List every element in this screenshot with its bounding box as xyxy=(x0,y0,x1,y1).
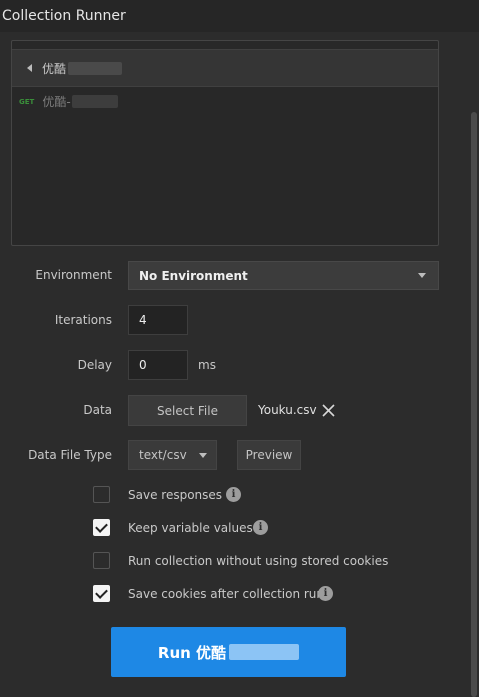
save-responses-checkbox[interactable] xyxy=(93,486,110,503)
save-cookies-label: Save cookies after collection run xyxy=(128,587,325,601)
folder-name: 优酷 xyxy=(42,61,67,76)
iterations-input[interactable]: 4 xyxy=(128,305,188,335)
chevron-down-icon xyxy=(418,273,426,278)
run-button-label: Run 优酷 xyxy=(157,643,227,662)
environment-value: No Environment xyxy=(139,268,248,283)
collapse-triangle-icon[interactable] xyxy=(27,64,32,72)
redacted-text xyxy=(229,644,300,660)
folder-row[interactable]: 优酷 xyxy=(12,49,438,87)
close-icon[interactable] xyxy=(322,404,335,417)
run-without-cookies-label: Run collection without using stored cook… xyxy=(128,554,389,568)
run-without-cookies-checkbox[interactable] xyxy=(93,552,110,569)
delay-unit: ms xyxy=(198,358,216,372)
request-row[interactable]: GET 优酷- xyxy=(19,93,118,110)
scrollbar-thumb[interactable] xyxy=(471,112,477,697)
iterations-value: 4 xyxy=(139,313,147,327)
preview-button[interactable]: Preview xyxy=(237,440,301,470)
delay-input[interactable]: 0 xyxy=(128,350,188,380)
keep-variable-values-checkbox[interactable] xyxy=(93,519,110,536)
info-icon[interactable]: i xyxy=(253,520,268,535)
delay-label: Delay xyxy=(77,358,112,372)
run-collection-button[interactable]: Run 优酷 xyxy=(111,627,346,677)
save-responses-label: Save responses xyxy=(128,488,223,502)
window-title: Collection Runner xyxy=(2,8,126,24)
info-icon[interactable]: i xyxy=(226,487,241,502)
request-name: 优酷- xyxy=(42,95,71,109)
chevron-down-icon xyxy=(198,452,207,458)
environment-select[interactable]: No Environment xyxy=(128,261,439,290)
keep-variable-values-label: Keep variable values xyxy=(128,521,253,535)
window-title-bar: Collection Runner xyxy=(0,0,479,32)
iterations-label: Iterations xyxy=(54,313,112,327)
delay-value: 0 xyxy=(139,358,147,372)
save-cookies-checkbox[interactable] xyxy=(93,585,110,602)
data-file-type-select[interactable]: text/csv xyxy=(128,440,217,470)
data-file-type-value: text/csv xyxy=(139,448,187,462)
request-method: GET xyxy=(19,97,35,106)
redacted-text xyxy=(71,95,118,108)
collection-request-list: 优酷 GET 优酷- xyxy=(11,40,439,246)
info-icon[interactable]: i xyxy=(318,586,333,601)
data-file-type-label: Data File Type xyxy=(28,448,112,462)
data-file-name: Youku.csv xyxy=(258,403,317,417)
data-label: Data xyxy=(83,403,112,417)
select-file-button[interactable]: Select File xyxy=(128,395,247,426)
environment-label: Environment xyxy=(35,268,112,282)
redacted-text xyxy=(68,61,123,75)
